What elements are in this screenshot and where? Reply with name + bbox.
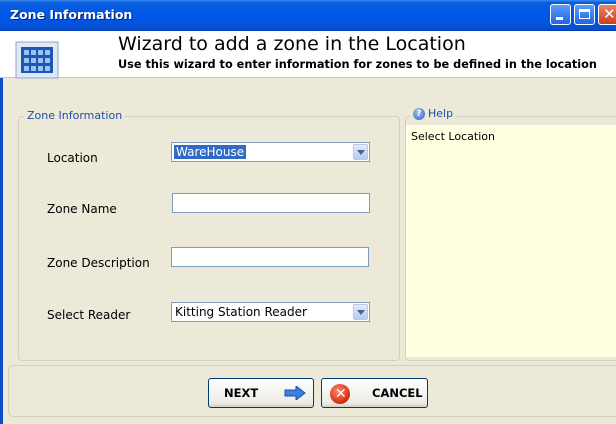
zone-description-input[interactable] bbox=[171, 247, 369, 267]
help-icon: ? bbox=[413, 107, 425, 120]
next-button-label: NEXT bbox=[224, 386, 259, 400]
close-icon: ✕ bbox=[603, 5, 616, 23]
location-select[interactable]: WareHouse bbox=[171, 142, 370, 162]
help-text: Select Location bbox=[411, 130, 495, 143]
chevron-down-icon[interactable] bbox=[353, 304, 368, 320]
maximize-button[interactable] bbox=[574, 4, 595, 25]
arrow-right-icon bbox=[284, 386, 306, 400]
cancel-button[interactable]: ✕ CANCEL bbox=[321, 378, 428, 408]
title-bar[interactable]: Zone Information ✕ bbox=[0, 0, 616, 31]
next-button[interactable]: NEXT bbox=[208, 378, 314, 408]
help-legend: ? Help bbox=[410, 107, 457, 120]
help-panel bbox=[406, 125, 616, 357]
reader-select[interactable]: Kitting Station Reader bbox=[171, 302, 370, 322]
building-icon bbox=[15, 41, 59, 79]
zone-name-label: Zone Name bbox=[47, 202, 117, 216]
close-button[interactable]: ✕ bbox=[598, 4, 616, 25]
cancel-icon: ✕ bbox=[330, 384, 350, 404]
minimize-button[interactable] bbox=[550, 4, 571, 25]
location-value: WareHouse bbox=[174, 145, 247, 159]
cancel-button-label: CANCEL bbox=[372, 386, 423, 400]
select-reader-label: Select Reader bbox=[47, 308, 131, 322]
location-label: Location bbox=[47, 151, 98, 165]
reader-value: Kitting Station Reader bbox=[175, 305, 307, 319]
help-legend-label: Help bbox=[428, 107, 454, 120]
chevron-down-icon[interactable] bbox=[353, 144, 368, 160]
zone-description-label: Zone Description bbox=[47, 256, 150, 270]
window-title: Zone Information bbox=[10, 7, 133, 22]
wizard-title: Wizard to add a zone in the Location bbox=[118, 33, 466, 55]
zone-information-legend: Zone Information bbox=[24, 109, 126, 122]
zone-name-input[interactable] bbox=[172, 193, 370, 213]
window-frame-edge bbox=[0, 31, 3, 424]
header-banner: Wizard to add a zone in the Location Use… bbox=[0, 31, 616, 79]
wizard-subtitle: Use this wizard to enter information for… bbox=[118, 58, 597, 71]
zone-information-window: Zone Information ✕ Wizard to add a zone … bbox=[0, 0, 616, 424]
